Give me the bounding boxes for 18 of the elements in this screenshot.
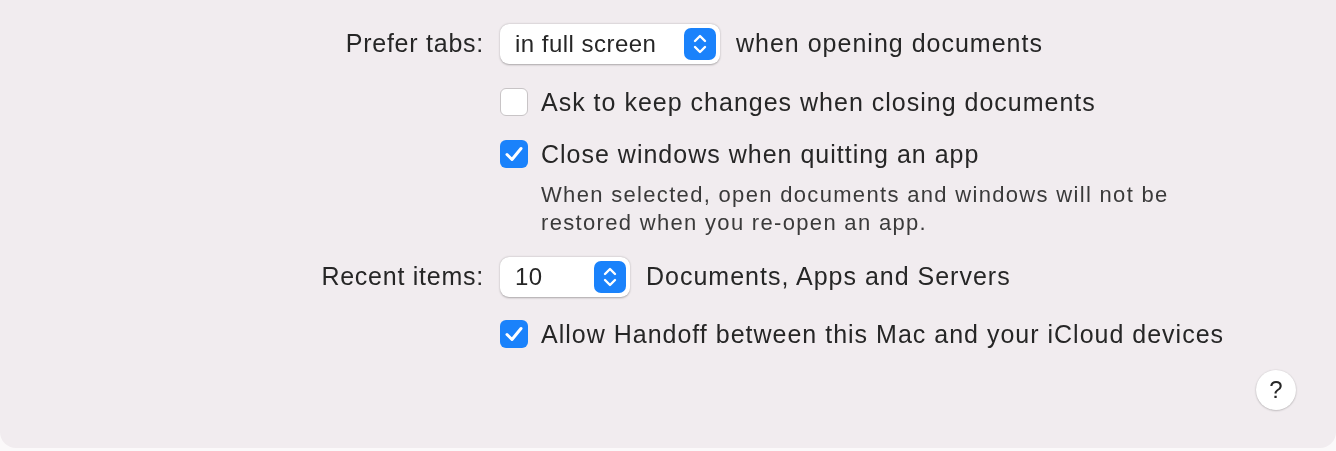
description-text: When selected, open documents and windows will not be restored when you re-open an app. [541, 181, 1170, 237]
setting-label: Recent items: [320, 261, 484, 293]
popup-button[interactable]: 10 [500, 257, 630, 297]
popup-button[interactable]: in full screen [500, 24, 720, 64]
checkbox-label: Ask to keep changes when closing documents [541, 88, 1096, 116]
stepper-icon [684, 28, 716, 60]
checkmark-icon [505, 326, 523, 342]
popup-suffix-text: Documents, Apps and Servers [646, 261, 1011, 293]
checkbox-label: Close windows when quitting an app [541, 140, 980, 168]
checkbox-label: Allow Handoff between this Mac and your iCloud devices [541, 320, 1225, 348]
checkmark-icon [505, 146, 523, 162]
setting-label: Prefer tabs: [344, 28, 484, 60]
popup-suffix-text: when opening documents [736, 28, 1043, 60]
help-button[interactable]: ? [1256, 370, 1296, 410]
checkbox[interactable] [500, 140, 528, 168]
checkbox[interactable] [500, 320, 528, 348]
checkbox[interactable] [500, 88, 528, 116]
stepper-icon [594, 261, 626, 293]
